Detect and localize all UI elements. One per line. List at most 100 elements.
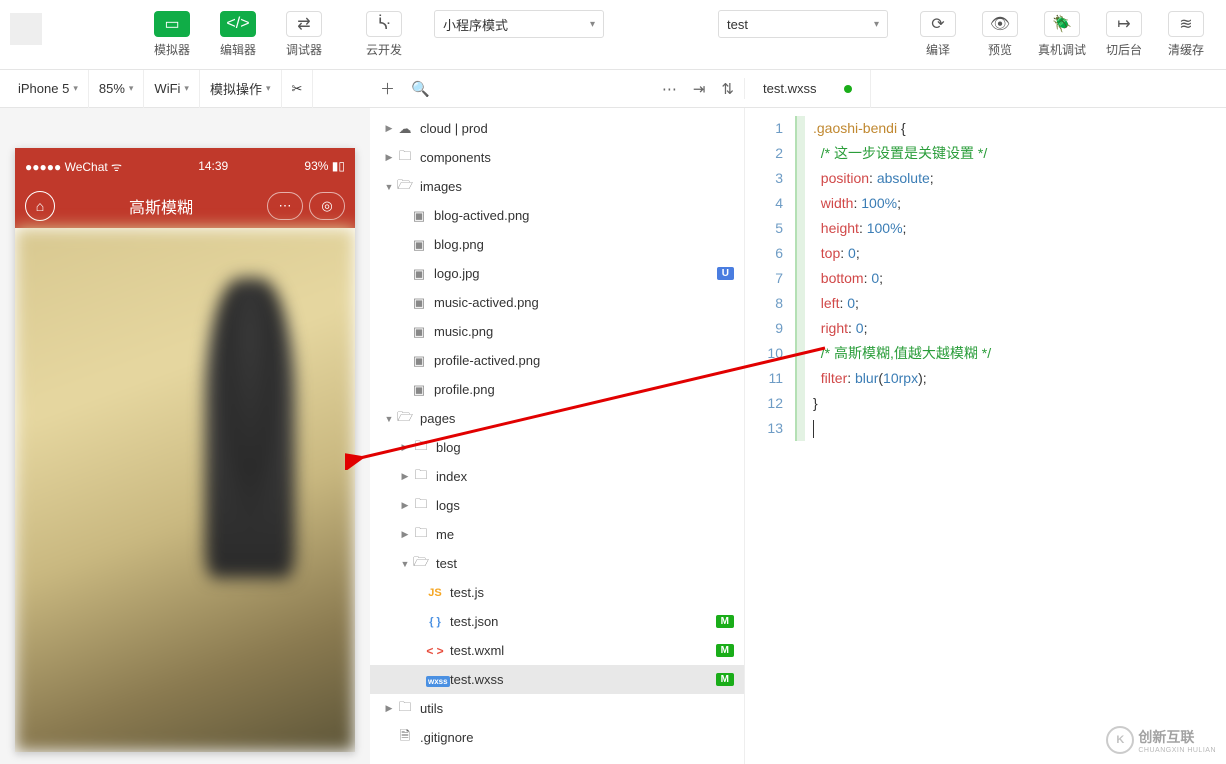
tree-file-logo[interactable]: logo.jpgU	[370, 259, 744, 288]
json-icon: { }	[426, 616, 444, 628]
tree-file-test-wxml[interactable]: < >test.wxmlM	[370, 636, 744, 665]
clear-cache-icon: ≋	[1168, 11, 1204, 37]
untracked-badge: U	[717, 267, 734, 280]
image-icon	[410, 266, 428, 282]
background-icon: ↦	[1106, 11, 1142, 37]
tree-folder-cloud[interactable]: ▶cloud | prod	[370, 114, 744, 143]
debugger-button[interactable]: ⇄ 调试器	[274, 8, 334, 61]
simulator-pane: ●●●●● WeChat ᯤ 14:39 93% ▮▯ ⌂ 高斯模糊 ⋯ ◎	[0, 108, 370, 764]
tree-file[interactable]: profile-actived.png	[370, 346, 744, 375]
tree-file-gitignore[interactable]: .gitignore	[370, 723, 744, 752]
code-editor[interactable]: 12345678910111213 .gaoshi-bendi { /* 这一步…	[745, 108, 1226, 764]
modified-badge: M	[716, 673, 734, 686]
zoom-select[interactable]: 85%▾	[89, 70, 145, 108]
dirty-indicator	[844, 85, 852, 93]
nav-bar: ⌂ 高斯模糊 ⋯ ◎	[15, 184, 355, 228]
home-icon[interactable]: ⌂	[25, 191, 55, 221]
folder-icon	[412, 495, 430, 517]
tree-folder-pages[interactable]: ▼pages	[370, 404, 744, 433]
watermark: K 创新互联 CHUANGXIN HULIAN	[1106, 726, 1216, 754]
project-select[interactable]: test	[718, 10, 888, 38]
page-title: 高斯模糊	[55, 194, 267, 218]
clear-cache-button[interactable]: ≋ 清缓存	[1156, 8, 1216, 61]
simulator-icon: ▭	[154, 11, 190, 37]
code-content[interactable]: .gaoshi-bendi { /* 这一步设置是关键设置 */ positio…	[805, 108, 1226, 764]
cloud-icon	[396, 121, 414, 137]
line-gutter: 12345678910111213	[745, 108, 795, 764]
phone-preview[interactable]: ●●●●● WeChat ᯤ 14:39 93% ▮▯ ⌂ 高斯模糊 ⋯ ◎	[15, 148, 355, 752]
change-bar	[795, 116, 805, 441]
device-select[interactable]: iPhone 5▾	[8, 70, 89, 108]
image-icon	[410, 382, 428, 398]
file-tab-test-wxss[interactable]: test.wxss	[745, 70, 871, 108]
folder-open-icon	[396, 408, 414, 430]
modified-badge: M	[716, 615, 734, 628]
preview-icon: 👁	[982, 11, 1018, 37]
tree-folder-components[interactable]: ▶components	[370, 143, 744, 172]
tree-folder-images[interactable]: ▼images	[370, 172, 744, 201]
folder-icon	[412, 466, 430, 488]
target-icon[interactable]: ◎	[309, 192, 345, 220]
sim-more[interactable]: ✂	[282, 70, 314, 108]
image-icon	[410, 208, 428, 224]
tree-file-test-json[interactable]: { }test.jsonM	[370, 607, 744, 636]
top-toolbar: ▭ 模拟器 </> 编辑器 ⇄ 调试器 ᔃ 云开发 小程序模式 test ⟳ 编…	[0, 0, 1226, 70]
editor-button[interactable]: </> 编辑器	[208, 8, 268, 61]
simulator-button[interactable]: ▭ 模拟器	[142, 8, 202, 61]
tree-file[interactable]: profile.png	[370, 375, 744, 404]
real-device-button[interactable]: 🪲 真机调试	[1032, 8, 1092, 61]
carrier: ●●●●● WeChat ᯤ	[25, 158, 122, 175]
status-bar: ●●●●● WeChat ᯤ 14:39 93% ▮▯	[15, 148, 355, 184]
user-avatar[interactable]	[10, 13, 42, 45]
more-icon[interactable]: ⋯	[662, 80, 677, 98]
preview-button[interactable]: 👁 预览	[970, 8, 1030, 61]
tree-folder-me[interactable]: ▶me	[370, 520, 744, 549]
compile-button[interactable]: ⟳ 编译	[908, 8, 968, 61]
wxss-icon: wxss	[426, 672, 444, 687]
network-select[interactable]: WiFi▾	[144, 70, 200, 108]
split-icon[interactable]: ⇥	[693, 80, 706, 98]
tree-file[interactable]: music.png	[370, 317, 744, 346]
sim-op-select[interactable]: 模拟操作▾	[200, 70, 282, 108]
folder-icon	[412, 437, 430, 459]
phone-figure	[205, 278, 295, 578]
sub-toolbar: iPhone 5▾ 85%▾ WiFi▾ 模拟操作▾ ✂ ＋ 🔍 ⋯ ⇥ ⇅ t…	[0, 70, 1226, 108]
folder-icon	[396, 698, 414, 720]
settings-icon[interactable]: ⇅	[721, 80, 734, 98]
tree-folder-index[interactable]: ▶index	[370, 462, 744, 491]
image-icon	[410, 237, 428, 253]
tree-folder-utils[interactable]: ▶utils	[370, 694, 744, 723]
tree-file[interactable]: blog.png	[370, 230, 744, 259]
bug-icon: 🪲	[1044, 11, 1080, 37]
tree-folder-blog[interactable]: ▶blog	[370, 433, 744, 462]
compile-icon: ⟳	[920, 11, 956, 37]
cloud-dev-button[interactable]: ᔃ 云开发	[354, 8, 414, 61]
search-icon[interactable]: 🔍	[411, 80, 430, 98]
tree-file-test-js[interactable]: JStest.js	[370, 578, 744, 607]
file-icon	[396, 727, 414, 749]
tree-file-test-wxss[interactable]: wxsstest.wxssM	[370, 665, 744, 694]
image-icon	[410, 324, 428, 340]
js-icon: JS	[426, 587, 444, 599]
image-icon	[410, 353, 428, 369]
phone-background	[15, 228, 355, 752]
mode-select[interactable]: 小程序模式	[434, 10, 604, 38]
tree-file[interactable]: music-actived.png	[370, 288, 744, 317]
tree-folder-test[interactable]: ▼test	[370, 549, 744, 578]
cloud-icon: ᔃ	[366, 11, 402, 37]
tree-folder-logs[interactable]: ▶logs	[370, 491, 744, 520]
folder-icon	[396, 147, 414, 169]
editor-icon: </>	[220, 11, 256, 37]
folder-open-icon	[396, 176, 414, 198]
folder-icon	[412, 524, 430, 546]
menu-dots-icon[interactable]: ⋯	[267, 192, 303, 220]
folder-open-icon	[412, 553, 430, 575]
background-button[interactable]: ↦ 切后台	[1094, 8, 1154, 61]
tree-file[interactable]: blog-actived.png	[370, 201, 744, 230]
battery: 93% ▮▯	[304, 159, 345, 173]
debugger-icon: ⇄	[286, 11, 322, 37]
file-tree[interactable]: ▶cloud | prod ▶components ▼images blog-a…	[370, 108, 745, 764]
add-file-icon[interactable]: ＋	[380, 78, 395, 99]
wxml-icon: < >	[426, 644, 444, 658]
status-time: 14:39	[122, 159, 304, 173]
